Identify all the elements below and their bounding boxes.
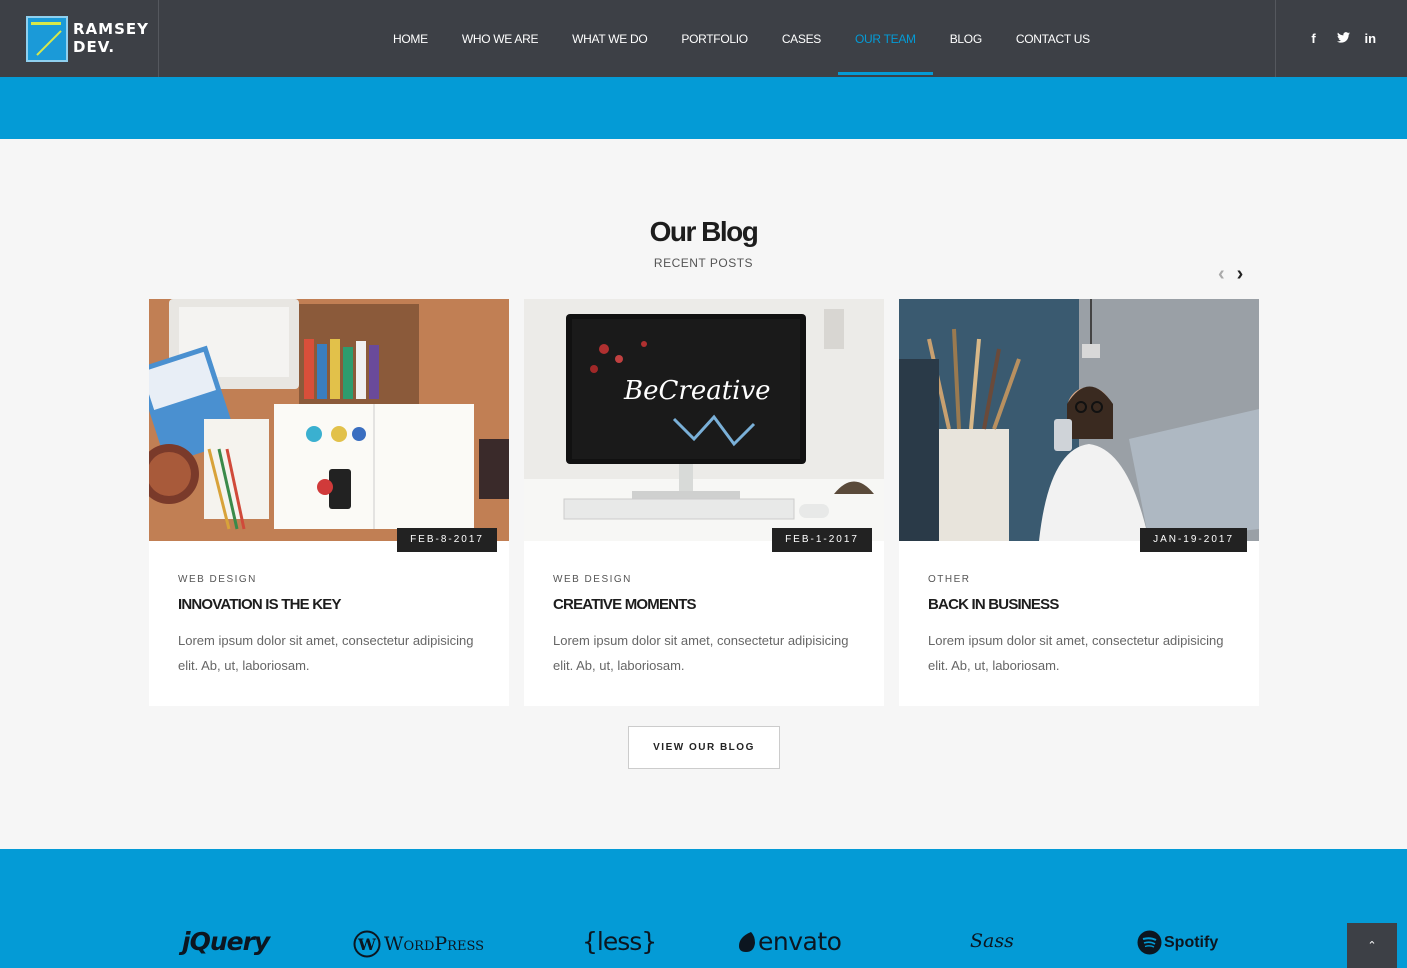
section-subtitle: RECENT POSTS [653,256,754,270]
post-excerpt: Lorem ipsum dolor sit amet, consectetur … [928,633,1224,673]
section-title: Our Blog [649,216,759,247]
view-blog-button[interactable]: VIEW OUR BLOG [628,726,780,769]
back-to-top-button[interactable]: ⌃ [1347,923,1397,968]
post-excerpt: Lorem ipsum dolor sit amet, consectetur … [178,633,474,673]
nav-who-we-are[interactable]: WHO WE ARE [445,0,555,77]
post-date: FEB-1-2017 [772,528,872,552]
nav-what-we-do[interactable]: WHAT WE DO [555,0,664,77]
twitter-icon[interactable] [1336,31,1350,46]
facebook-icon[interactable]: f [1309,31,1319,46]
carousel-controls: ‹ › [1218,264,1243,284]
site-header: RAMSEY DEV. HOME WHO WE ARE WHAT WE DO P… [0,0,1407,79]
post-category[interactable]: WEB DESIGN [553,574,632,585]
logo-link[interactable]: RAMSEY DEV. [0,0,159,77]
logo-text: RAMSEY DEV. [73,20,149,56]
post-date: JAN-19-2017 [1140,528,1247,552]
nav-blog[interactable]: BLOG [933,0,999,77]
client-logo-envato[interactable]: envato [737,927,842,956]
svg-text:W: W [357,935,377,954]
spotify-icon [1137,930,1162,955]
nav-contact-us[interactable]: CONTACT US [999,0,1107,77]
post-excerpt: Lorem ipsum dolor sit amet, consectetur … [553,633,849,673]
main-nav: HOME WHO WE ARE WHAT WE DO PORTFOLIO CAS… [376,0,1107,77]
post-date: FEB-8-2017 [397,528,497,552]
svg-text:BeCreative: BeCreative [623,376,771,406]
post-image[interactable] [899,299,1259,541]
nav-portfolio[interactable]: PORTFOLIO [664,0,764,77]
blog-card[interactable]: BeCreative FEB-1-2017 WEB DESIGN CREATIV… [524,299,884,706]
client-logo-less[interactable]: {less} [582,927,657,956]
envato-leaf-icon [739,931,755,952]
blog-card[interactable]: FEB-8-2017 WEB DESIGN INNOVATION IS THE … [149,299,509,706]
blog-card[interactable]: JAN-19-2017 OTHER BACK IN BUSINESS Lorem… [899,299,1259,706]
chevron-left-icon[interactable]: ‹ [1218,264,1225,284]
client-logo-spotify[interactable]: Spotify [1137,930,1218,955]
client-logo-jquery[interactable]: jQuery [182,927,270,956]
post-title[interactable]: INNOVATION IS THE KEY [178,596,341,613]
logo-image [26,16,68,62]
nav-home[interactable]: HOME [376,0,445,77]
post-image[interactable] [149,299,509,541]
client-logo-wordpress[interactable]: W WordPress [353,930,484,958]
page-banner [0,79,1407,139]
post-title[interactable]: CREATIVE MOMENTS [553,596,697,613]
chevron-right-icon[interactable]: › [1237,264,1244,284]
client-logo-sass[interactable]: Sass [970,930,1014,952]
post-category[interactable]: OTHER [928,574,971,585]
social-links: f in [1275,0,1407,77]
linkedin-icon[interactable]: in [1365,31,1377,46]
wordpress-icon: W [353,930,381,958]
nav-cases[interactable]: CASES [765,0,838,77]
post-category[interactable]: WEB DESIGN [178,574,257,585]
nav-our-team[interactable]: OUR TEAM [838,0,933,77]
post-title[interactable]: BACK IN BUSINESS [928,596,1059,613]
post-image[interactable]: BeCreative [524,299,884,541]
